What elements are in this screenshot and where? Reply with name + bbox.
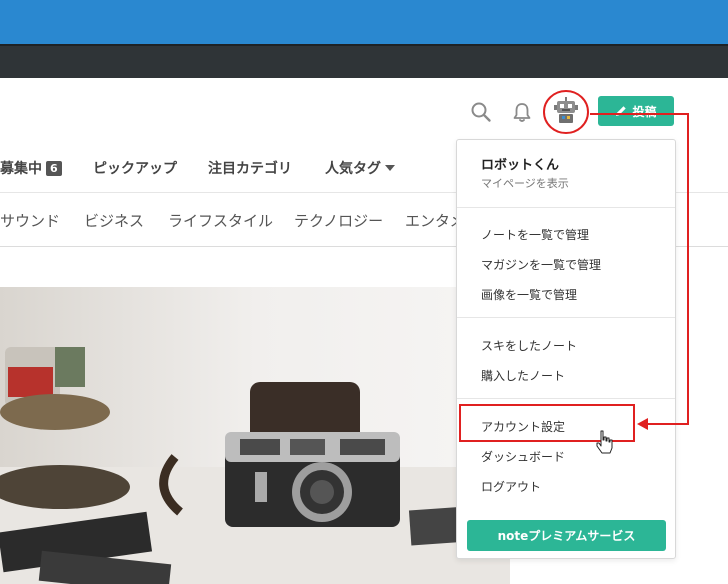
browser-toolbar xyxy=(0,44,728,78)
menu-item-manage-images[interactable]: 画像を一覧で管理 xyxy=(481,286,577,303)
annotation-arrow xyxy=(590,113,689,430)
count-badge: 6 xyxy=(46,160,62,176)
hero-image[interactable] xyxy=(0,287,510,584)
tab-label: 人気タグ xyxy=(325,161,381,177)
tab-label: 注目カテゴリ xyxy=(208,161,292,177)
tab-recruiting[interactable]: 募集中 6 xyxy=(0,158,62,178)
category-lifestyle[interactable]: ライフスタイル xyxy=(168,210,273,231)
tab-popular-tags[interactable]: 人気タグ xyxy=(325,158,395,178)
tab-featured-categories[interactable]: 注目カテゴリ xyxy=(208,158,292,178)
dropdown-user-name: ロボットくん xyxy=(481,158,560,173)
tab-label: ピックアップ xyxy=(93,161,177,177)
category-business[interactable]: ビジネス xyxy=(84,210,144,231)
search-icon[interactable] xyxy=(468,99,494,125)
category-sound[interactable]: サウンド xyxy=(0,210,60,231)
menu-item-liked-notes[interactable]: スキをしたノート xyxy=(481,337,577,354)
caret-down-icon xyxy=(385,165,395,171)
tab-label: 募集中 xyxy=(0,161,42,177)
menu-item-logout[interactable]: ログアウト xyxy=(481,478,541,495)
category-technology[interactable]: テクノロジー xyxy=(294,210,383,231)
menu-item-manage-notes[interactable]: ノートを一覧で管理 xyxy=(481,226,589,243)
menu-item-purchased-notes[interactable]: 購入したノート xyxy=(481,367,565,384)
premium-service-button[interactable]: noteプレミアムサービス xyxy=(467,520,666,551)
camera-photo xyxy=(0,287,510,584)
bell-icon[interactable] xyxy=(509,99,535,125)
hand-cursor-icon xyxy=(596,430,613,454)
menu-item-dashboard[interactable]: ダッシュボード xyxy=(481,448,565,465)
browser-title-bar xyxy=(0,0,728,44)
tab-pickup[interactable]: ピックアップ xyxy=(93,158,177,178)
my-page-link[interactable]: マイページを表示 xyxy=(481,175,569,191)
